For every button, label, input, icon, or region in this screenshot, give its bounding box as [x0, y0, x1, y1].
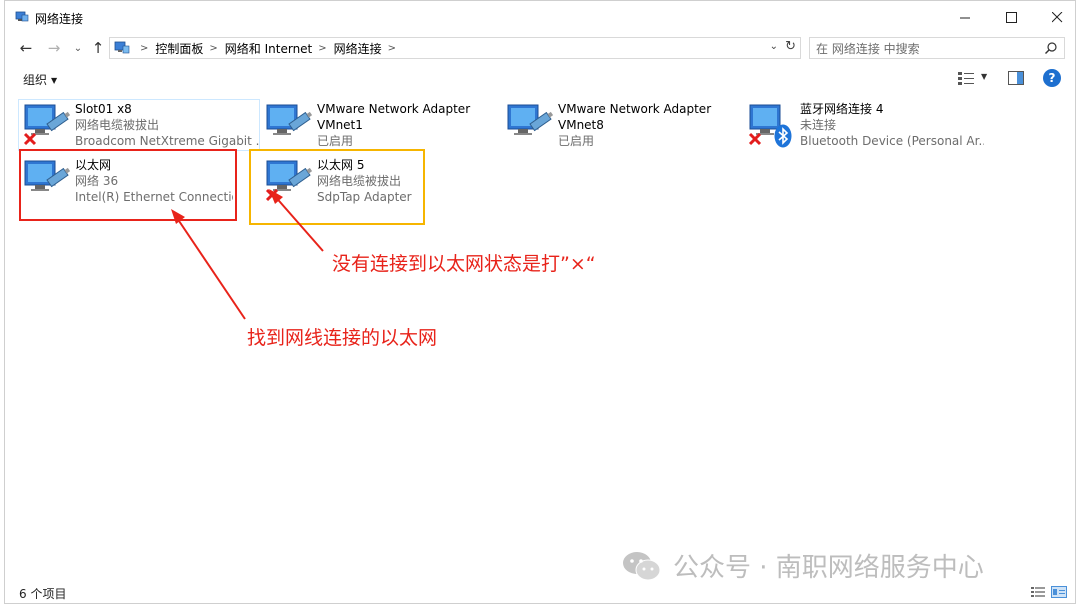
forward-button[interactable]: → — [43, 37, 65, 59]
adapter-status: VMnet8 — [558, 118, 604, 132]
command-bar: 组织 ▼ ▼ ? — [5, 63, 1075, 95]
network-connections-window: 网络连接 ← → ⌄ ↑ > 控制面板 > 网络和 Internet > 网络连 — [4, 0, 1076, 604]
caret-down-icon: ▼ — [51, 76, 58, 85]
adapter-device: 已启用 — [558, 134, 595, 148]
adapter-status: 网络电缆被拔出 — [75, 118, 160, 132]
adapter-text: VMware Network Adapter VMnet1 已启用 — [317, 101, 501, 149]
annotation-note-find: 找到网线连接的以太网 — [247, 327, 438, 349]
arrow-right-icon: → — [47, 39, 61, 57]
up-button[interactable]: ↑ — [87, 37, 109, 59]
recent-locations-button[interactable]: ⌄ — [67, 37, 89, 59]
adapter-name: VMware Network Adapter — [317, 102, 471, 116]
address-bar[interactable]: > 控制面板 > 网络和 Internet > 网络连接 > ⌄ ↻ — [109, 37, 801, 59]
view-options-caret-icon[interactable]: ▼ — [981, 72, 987, 81]
adapter-item[interactable]: Slot01 x8 网络电缆被拔出 Broadcom NetXtreme Gig… — [18, 99, 260, 151]
adapter-name: VMware Network Adapter — [558, 102, 712, 116]
search-icon[interactable] — [1044, 41, 1058, 55]
tiles-view-icon[interactable] — [1051, 586, 1067, 598]
adapter-text: Slot01 x8 网络电缆被拔出 Broadcom NetXtreme Gig… — [75, 101, 259, 149]
breadcrumb-network-connections[interactable]: 网络连接 — [334, 40, 382, 57]
details-view-icon[interactable] — [1031, 586, 1045, 598]
annotation-box-yellow — [249, 149, 425, 225]
title-bar: 网络连接 — [5, 1, 1075, 33]
search-input[interactable]: 在 网络连接 中搜索 — [816, 40, 920, 57]
organize-label: 组织 — [23, 73, 48, 87]
chevron-down-icon: ⌄ — [73, 42, 83, 54]
item-count: 6 个项目 — [19, 587, 67, 601]
watermark-text: 公众号 · 南职网络服务中心 — [673, 553, 984, 583]
wechat-icon — [623, 551, 661, 580]
address-dropdown-button[interactable]: ⌄ — [770, 41, 778, 52]
arrow-to-ethernet — [174, 214, 246, 320]
network-adapter-icon — [507, 104, 554, 135]
adapter-text: 蓝牙网络连接 4 未连接 Bluetooth Device (Personal … — [800, 101, 984, 149]
minimize-icon — [959, 17, 970, 18]
red-x-icon — [748, 132, 762, 146]
change-view-icon[interactable] — [957, 70, 975, 86]
breadcrumb-control-panel[interactable]: 控制面板 — [155, 40, 203, 57]
breadcrumb-network-internet[interactable]: 网络和 Internet — [225, 40, 312, 57]
minimize-button[interactable] — [942, 1, 988, 33]
navigation-bar: ← → ⌄ ↑ > 控制面板 > 网络和 Internet > 网络连接 > ⌄… — [5, 33, 1075, 61]
refresh-icon[interactable]: ↻ — [785, 39, 796, 54]
watermark: 公众号 · 南职网络服务中心 — [621, 547, 984, 584]
adapter-name: 蓝牙网络连接 4 — [800, 102, 884, 116]
adapter-device: Broadcom NetXtreme Gigabit ... — [75, 134, 259, 148]
help-icon: ? — [1048, 71, 1056, 85]
control-panel-icon — [114, 41, 130, 54]
preview-pane-icon[interactable] — [1008, 71, 1024, 85]
help-button[interactable]: ? — [1043, 69, 1061, 87]
network-adapter-icon — [266, 104, 313, 135]
adapter-item[interactable]: 蓝牙网络连接 4 未连接 Bluetooth Device (Personal … — [744, 100, 984, 150]
annotation-note-disconnected: 没有连接到以太网状态是打”×“ — [332, 253, 596, 275]
window-title: 网络连接 — [35, 12, 84, 26]
chevron-right-icon: > — [387, 42, 397, 54]
maximize-icon — [1005, 11, 1017, 23]
adapter-text: VMware Network Adapter VMnet8 已启用 — [558, 101, 742, 149]
adapter-status: 未连接 — [800, 118, 837, 132]
adapter-item[interactable]: VMware Network Adapter VMnet8 已启用 — [502, 100, 742, 150]
adapter-device: Bluetooth Device (Personal Ar... — [800, 134, 984, 148]
close-icon — [1051, 11, 1062, 22]
search-box[interactable]: 在 网络连接 中搜索 — [809, 37, 1065, 59]
status-bar: 6 个项目 — [5, 581, 1075, 603]
adapter-device: 已启用 — [317, 134, 354, 148]
red-x-icon — [23, 132, 37, 146]
bluetooth-icon — [774, 124, 792, 148]
organize-button[interactable]: 组织 ▼ — [23, 71, 57, 88]
close-button[interactable] — [1034, 1, 1080, 33]
back-button[interactable]: ← — [15, 37, 37, 59]
chevron-right-icon: > — [318, 42, 327, 54]
arrow-up-icon: ↑ — [91, 39, 105, 57]
adapter-item[interactable]: VMware Network Adapter VMnet1 已启用 — [261, 100, 501, 150]
chevron-right-icon: > — [209, 42, 218, 54]
arrow-left-icon: ← — [19, 39, 33, 57]
chevron-right-icon: > — [140, 42, 149, 54]
adapter-name: Slot01 x8 — [75, 102, 132, 116]
network-connections-icon — [15, 11, 29, 22]
adapter-status: VMnet1 — [317, 118, 363, 132]
maximize-button[interactable] — [988, 1, 1034, 33]
annotation-box-red — [19, 149, 237, 221]
